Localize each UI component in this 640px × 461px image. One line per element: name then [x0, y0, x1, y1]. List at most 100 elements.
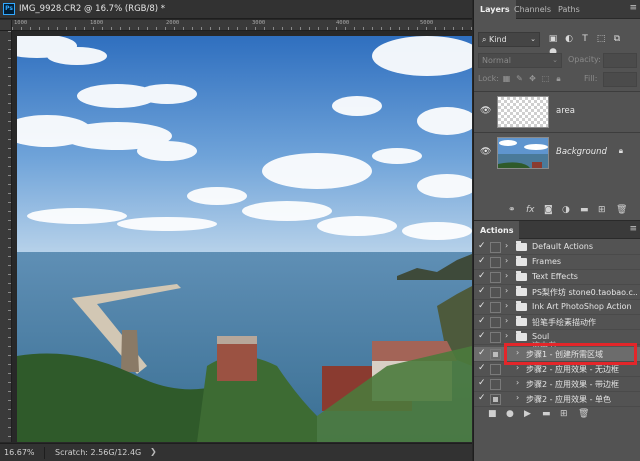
fx-icon[interactable]: fx [526, 205, 535, 215]
document-tab[interactable]: Ps IMG_9928.CR2 @ 16.7% (RGB/8) * [0, 0, 472, 19]
zoom-level[interactable]: 16.67% [4, 448, 35, 457]
action-set-row[interactable]: ✓ › Text Effects [474, 270, 640, 285]
tab-channels[interactable]: Channels [508, 0, 557, 19]
group-icon[interactable]: ▬ [580, 205, 589, 215]
check-icon[interactable]: ✓ [478, 241, 486, 251]
layer-row[interactable]: 👁︎ Background 🔒︎ [474, 132, 640, 172]
layer-filter-select[interactable]: ⌕ Kind ⌄ [478, 32, 540, 47]
chevron-right-icon[interactable]: › [505, 241, 508, 250]
dialog-toggle[interactable] [490, 272, 501, 283]
check-icon[interactable]: ✓ [478, 256, 486, 266]
trash-icon[interactable]: 🗑︎ [616, 205, 627, 215]
document-title[interactable]: IMG_9928.CR2 @ 16.7% (RGB/8) * [19, 4, 165, 14]
dialog-toggle[interactable] [490, 302, 501, 313]
adjustment-filter-icon[interactable]: ◐ [562, 33, 576, 46]
lock-all-icon[interactable]: 🔒︎ [552, 72, 565, 85]
chevron-right-icon[interactable]: › [516, 393, 519, 402]
dialog-toggle[interactable] [490, 257, 501, 268]
dialog-toggle[interactable] [490, 349, 501, 360]
action-row[interactable]: ✓ › 步骤2 - 应用效果 - 单色 [474, 392, 640, 407]
play-icon[interactable]: ▶ [524, 409, 531, 419]
chevron-right-icon[interactable]: › [505, 256, 508, 265]
check-icon[interactable]: ✓ [478, 331, 486, 341]
blend-mode-select[interactable]: Normal ⌄ [478, 53, 562, 68]
new-action-icon[interactable]: ⊞ [560, 409, 568, 419]
horizontal-ruler[interactable]: 1000 1800 2000 3000 4000 5000 [12, 20, 472, 31]
status-menu-arrow-icon[interactable]: ❯ [150, 447, 157, 456]
action-set-row[interactable]: ✓ › 铅笔手绘素描动作 [474, 315, 640, 330]
lock-artboard-icon[interactable]: ⬚ [539, 72, 552, 85]
check-icon[interactable]: ✓ [478, 316, 486, 326]
folder-icon [516, 286, 527, 296]
ruler-corner[interactable] [0, 20, 12, 31]
stop-icon[interactable]: ■ [488, 409, 497, 419]
dialog-toggle[interactable] [490, 242, 501, 253]
link-icon[interactable]: ⚭ [508, 205, 516, 215]
layer-row[interactable]: 👁︎ area [474, 91, 640, 131]
action-label: 步骤2 - 应用效果 - 无边框 [526, 365, 620, 374]
type-filter-icon[interactable]: T [578, 33, 592, 46]
vertical-ruler[interactable] [0, 31, 12, 442]
chevron-right-icon[interactable]: › [505, 331, 508, 340]
lock-transparent-icon[interactable]: ▦ [500, 72, 513, 85]
dialog-toggle[interactable] [490, 379, 501, 390]
layer-name[interactable]: Background [556, 147, 607, 157]
search-icon: ⌕ [482, 35, 490, 44]
action-set-row[interactable]: ✓ › Frames [474, 255, 640, 270]
adjustment-icon[interactable]: ◑ [562, 205, 570, 215]
chevron-right-icon[interactable]: › [505, 286, 508, 295]
action-set-label: Frames [532, 257, 562, 266]
dialog-toggle[interactable] [490, 287, 501, 298]
trash-icon[interactable]: 🗑︎ [578, 409, 589, 419]
actions-tab-bar: Actions ≡ [474, 220, 640, 240]
dialog-toggle[interactable] [490, 394, 501, 405]
check-icon[interactable]: ✓ [478, 393, 486, 403]
image-canvas[interactable] [17, 36, 472, 442]
chevron-right-icon[interactable]: › [505, 316, 508, 325]
right-panel: Layers Channels Paths ≡ ⌕ Kind ⌄ ▣ ◐ T ⬚ ⧉● … [473, 0, 640, 461]
panel-menu-icon[interactable]: ≡ [629, 224, 637, 234]
actions-footer: ■ ● ▶ ▬ ⊞ 🗑︎ [474, 407, 640, 423]
tab-paths[interactable]: Paths [552, 0, 586, 19]
layer-name[interactable]: area [556, 106, 575, 116]
mask-icon[interactable]: ◙ [544, 205, 553, 215]
action-set-row[interactable]: ✓ › Ink Art PhotoShop Action [474, 300, 640, 315]
action-set-row[interactable]: ✓ › PS梨作坊 stone0.taobao.c... [474, 285, 640, 300]
chevron-right-icon[interactable]: › [505, 271, 508, 280]
action-row[interactable]: ✓ › 步骤2 - 应用效果 - 带边框 [474, 377, 640, 392]
chevron-down-icon: ⌄ [530, 35, 536, 43]
new-layer-icon[interactable]: ⊞ [598, 205, 606, 215]
fill-field[interactable] [603, 72, 637, 87]
chevron-right-icon[interactable]: › [516, 378, 519, 387]
lock-image-icon[interactable]: ✎ [513, 72, 526, 85]
fill-label: Fill: [584, 74, 598, 83]
new-set-icon[interactable]: ▬ [542, 409, 551, 419]
check-icon[interactable]: ✓ [478, 348, 486, 358]
lock-position-icon[interactable]: ✥ [526, 72, 539, 85]
eye-icon[interactable]: 👁︎ [480, 147, 491, 157]
check-icon[interactable]: ✓ [478, 271, 486, 281]
status-bar: 16.67% Scratch: 2.56G/12.4G ❯ [0, 443, 472, 461]
record-icon[interactable]: ● [506, 409, 514, 419]
dialog-toggle[interactable] [490, 317, 501, 328]
layers-tab-bar: Layers Channels Paths ≡ [474, 0, 640, 19]
shape-filter-icon[interactable]: ⬚ [594, 33, 608, 46]
smart-object-filter-icon[interactable]: ⧉ [610, 33, 624, 46]
folder-icon [516, 271, 527, 281]
folder-icon [516, 241, 527, 251]
seaside-photo [17, 36, 472, 442]
chevron-right-icon[interactable]: › [505, 301, 508, 310]
check-icon[interactable]: ✓ [478, 286, 486, 296]
panel-menu-icon[interactable]: ≡ [629, 3, 637, 13]
tab-actions[interactable]: Actions [474, 221, 520, 240]
pixel-filter-icon[interactable]: ▣ [546, 33, 560, 46]
action-set-row[interactable]: ✓ › Default Actions [474, 240, 640, 255]
check-icon[interactable]: ✓ [478, 301, 486, 311]
eye-icon[interactable]: 👁︎ [480, 106, 491, 116]
ruler-tick-label: 1000 [14, 20, 28, 26]
chevron-down-icon: ⌄ [552, 56, 558, 64]
opacity-field[interactable] [603, 53, 637, 68]
check-icon[interactable]: ✓ [478, 363, 486, 373]
dialog-toggle[interactable] [490, 364, 501, 375]
check-icon[interactable]: ✓ [478, 378, 486, 388]
